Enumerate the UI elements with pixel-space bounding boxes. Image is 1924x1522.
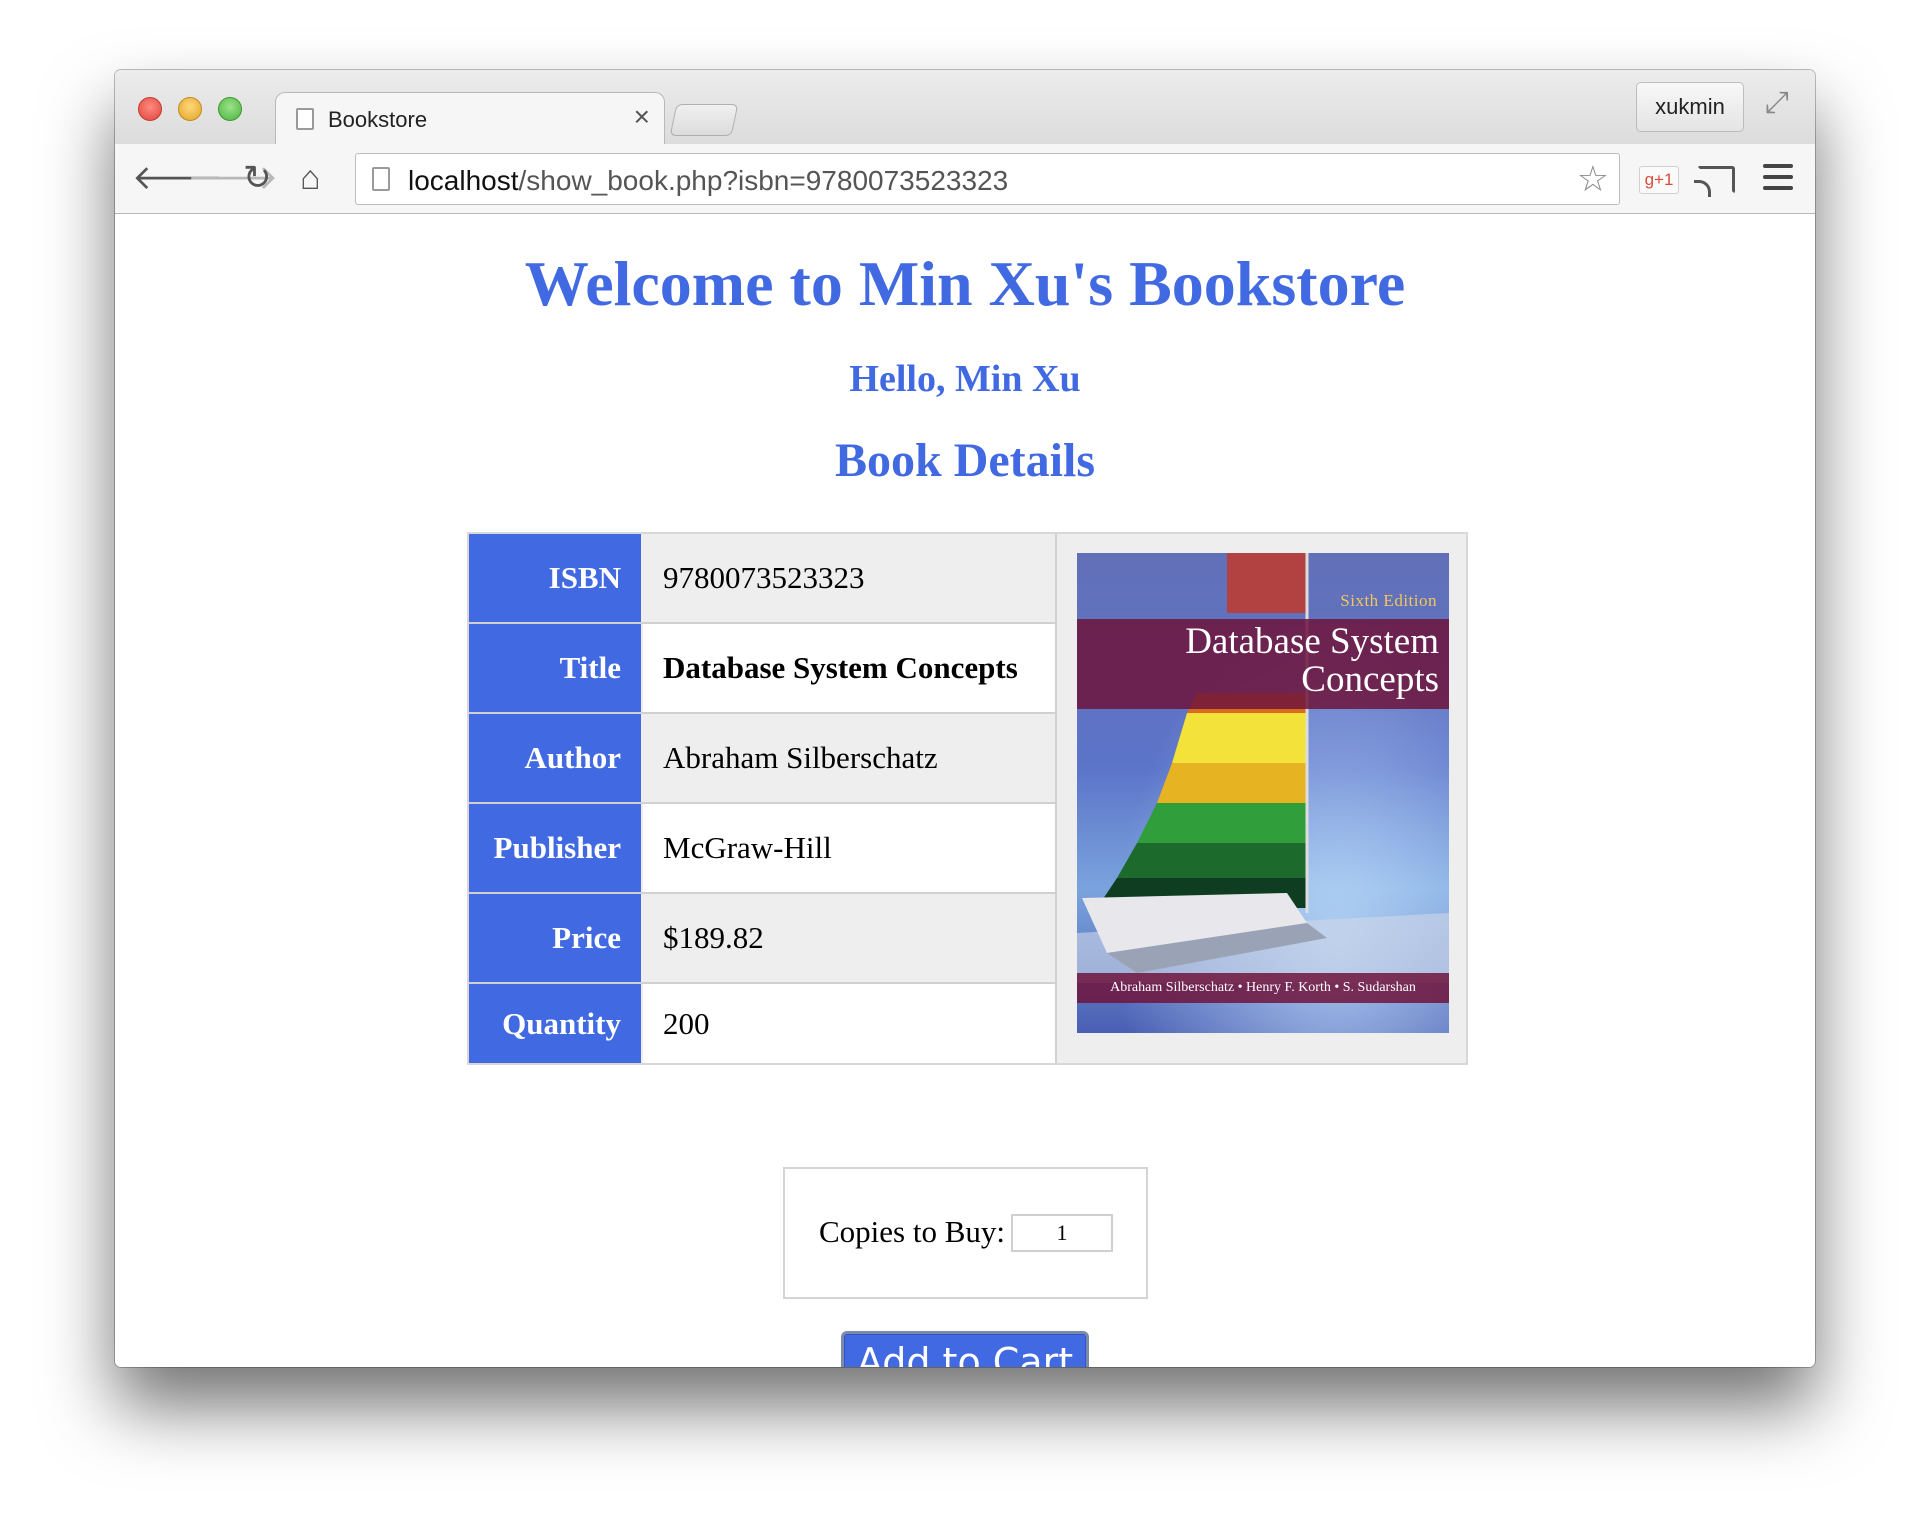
tab-title: Bookstore [328,107,428,132]
window-minimize-icon[interactable] [178,97,202,121]
cast-icon[interactable] [1694,166,1735,197]
page-icon [296,108,314,130]
row-label-isbn: ISBN [469,534,641,622]
row-value-author: Abraham Silberschatz [643,714,1055,802]
table-row: Price $189.82 [469,894,1055,982]
url-host: localhost [408,165,519,196]
table-row: Title Database System Concepts [469,624,1055,712]
address-bar[interactable]: localhost/show_book.php?isbn=97800735233… [355,153,1620,205]
row-value-isbn: 9780073523323 [643,534,1055,622]
table-row: Quantity 200 [469,984,1055,1063]
row-value-publisher: McGraw-Hill [643,804,1055,892]
url-path: /show_book.php?isbn=9780073523323 [518,165,1009,196]
url-text[interactable]: localhost/show_book.php?isbn=97800735233… [408,165,1008,197]
cover-title-line2: Concepts [1301,659,1439,700]
book-details-table: ISBN 9780073523323 Title Database System… [467,532,1468,1065]
row-label-quantity: Quantity [469,984,641,1063]
tab-strip: Bookstore × xukmin ⤢ [115,70,1815,144]
menu-icon[interactable] [1763,164,1793,190]
new-tab-button[interactable] [669,104,739,136]
site-title: Welcome to Min Xu's Bookstore [524,248,1406,319]
greeting: Hello, Min Xu [849,358,1081,400]
google-plus-icon[interactable]: g+1 [1639,166,1679,194]
table-row: ISBN 9780073523323 [469,534,1055,622]
section-title: Book Details [834,434,1095,487]
window-maximize-icon[interactable] [218,97,242,121]
browser-toolbar: 🡐 🡒 ↻ ⌂ localhost/show_book.php?isbn=978… [115,144,1815,214]
row-value-quantity: 200 [643,984,1055,1063]
table-row: Publisher McGraw-Hill [469,804,1055,892]
bookmark-star-icon[interactable]: ☆ [1577,160,1609,198]
window-close-icon[interactable] [138,97,162,121]
row-label-publisher: Publisher [469,804,641,892]
copies-form: Copies to Buy: [783,1167,1148,1299]
add-to-cart-button[interactable]: Add to Cart [841,1331,1089,1367]
profile-button[interactable]: xukmin [1636,82,1744,132]
browser-window: Bookstore × xukmin ⤢ 🡐 🡒 ↻ ⌂ localhost/s… [115,70,1815,1367]
table-row: Author Abraham Silberschatz [469,714,1055,802]
cover-authors: Abraham Silberschatz • Henry F. Korth • … [1077,973,1449,1003]
cover-title: Database System Concepts [1109,623,1439,699]
page-icon [372,167,390,191]
tab-bookstore[interactable]: Bookstore × [275,92,665,144]
row-label-author: Author [469,714,641,802]
fullscreen-icon[interactable]: ⤢ [1765,88,1789,118]
page-content: Welcome to Min Xu's Bookstore Hello, Min… [115,215,1815,1367]
copies-input[interactable] [1011,1214,1113,1252]
row-label-price: Price [469,894,641,982]
cover-edition: Sixth Edition [1340,591,1437,610]
cover-title-line1: Database System [1185,621,1439,662]
copies-label: Copies to Buy: [819,1214,1006,1249]
row-value-price: $189.82 [643,894,1055,982]
home-icon[interactable]: ⌂ [300,160,321,196]
row-label-title: Title [469,624,641,712]
row-value-title: Database System Concepts [643,624,1055,712]
reload-icon[interactable]: ↻ [243,160,272,196]
tab-close-icon[interactable]: × [634,101,650,132]
book-cover-image: Sixth Edition Database System Concepts A… [1077,553,1449,1033]
